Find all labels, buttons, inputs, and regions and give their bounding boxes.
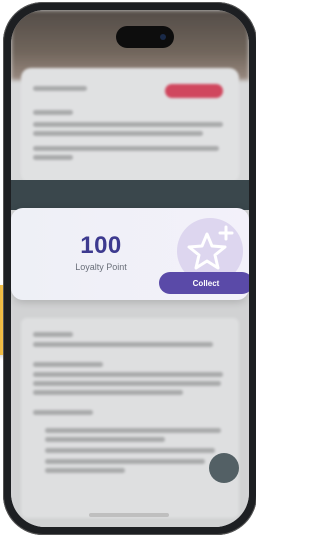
- dynamic-island: [116, 26, 174, 48]
- loyalty-points-value: 100: [80, 232, 122, 259]
- loyalty-points-label: Loyalty Point: [75, 262, 127, 272]
- camera-dot: [160, 34, 166, 40]
- collect-button[interactable]: Collect: [159, 272, 249, 294]
- loyalty-point-card: 100 Loyalty Point Collect: [11, 208, 249, 300]
- app-stage: 100 Loyalty Point Collect: [0, 0, 256, 535]
- phone-frame: 100 Loyalty Point Collect: [3, 2, 256, 535]
- home-indicator[interactable]: [89, 513, 169, 517]
- floating-action-button[interactable]: [209, 453, 239, 483]
- phone-screen: 100 Loyalty Point Collect: [11, 10, 249, 527]
